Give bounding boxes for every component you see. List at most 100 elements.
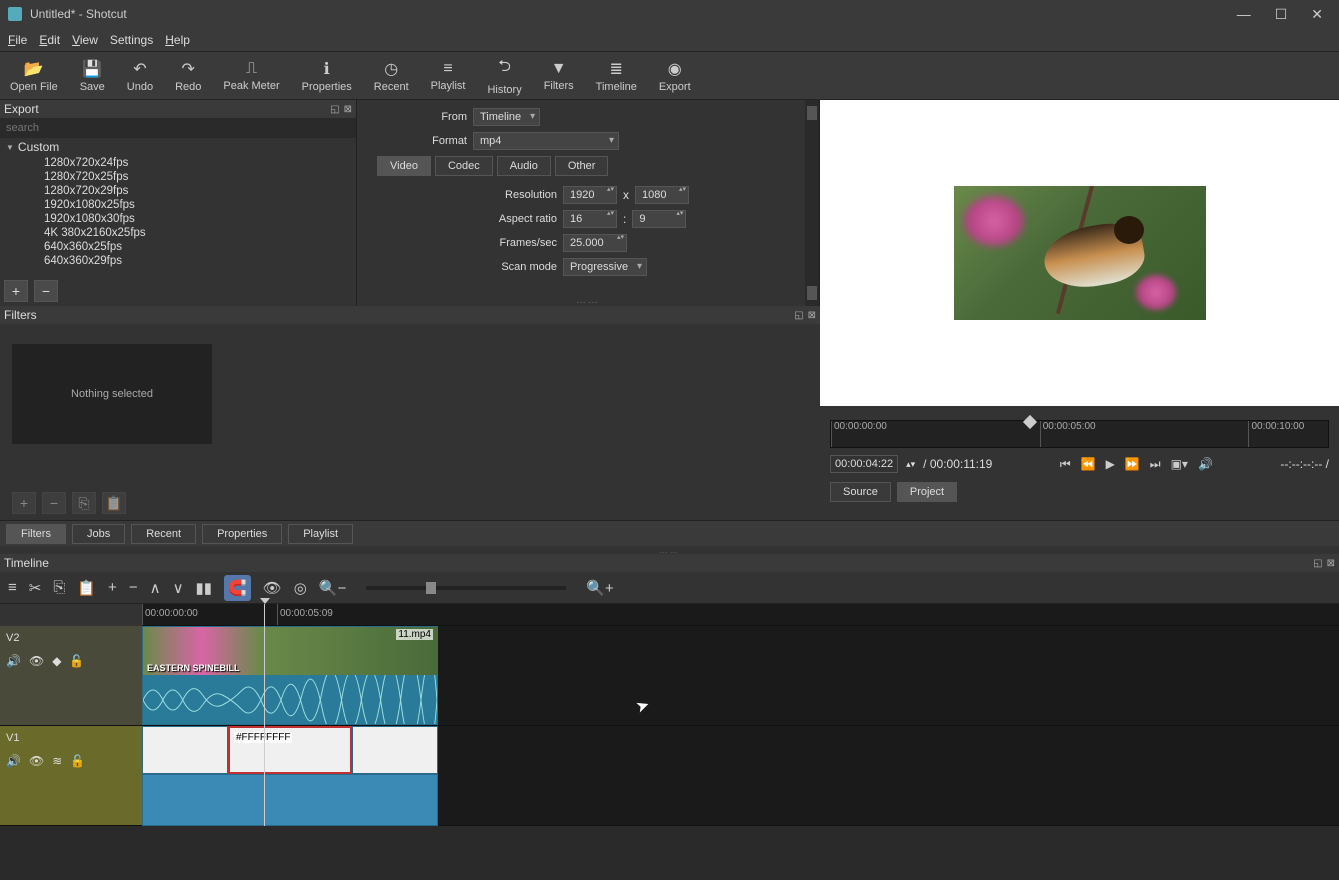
close-button[interactable]: ✕ (1311, 6, 1323, 23)
vertical-resize-handle[interactable]: …… (0, 546, 1339, 554)
tab-recent[interactable]: Recent (131, 524, 196, 544)
open-file-button[interactable]: 📂Open File (6, 57, 62, 95)
preset-item[interactable]: 1920x1080x30fps (0, 212, 356, 226)
scrub-button[interactable]: 👁 (263, 579, 282, 597)
panel-undock-icon[interactable]: ◱ (330, 104, 339, 115)
properties-button[interactable]: ℹProperties (298, 57, 356, 95)
track-mute-icon[interactable]: 🔊 (6, 654, 21, 668)
overwrite-button[interactable]: ∨ (173, 579, 184, 597)
redo-button[interactable]: ↷Redo (171, 57, 205, 95)
paste-button[interactable]: 📋 (77, 579, 96, 597)
track-head-v2[interactable]: V2 🔊 👁 ◆ 🔓 (0, 626, 142, 725)
resolution-height-input[interactable]: 1080 (635, 186, 689, 204)
tab-other[interactable]: Other (555, 156, 609, 176)
clip-text[interactable] (142, 726, 228, 774)
lift-button[interactable]: ∧ (150, 579, 161, 597)
track-lock-icon[interactable]: 🔓 (70, 754, 85, 768)
track-hide-icon[interactable]: 👁 (29, 754, 44, 768)
preset-item[interactable]: 1920x1080x25fps (0, 198, 356, 212)
tab-properties[interactable]: Properties (202, 524, 282, 544)
tab-jobs[interactable]: Jobs (72, 524, 125, 544)
play-button[interactable]: ▶ (1106, 457, 1115, 472)
aspect-h-input[interactable]: 9 (632, 210, 686, 228)
from-combo[interactable]: Timeline (473, 108, 540, 126)
tab-project[interactable]: Project (897, 482, 957, 502)
menu-edit[interactable]: Edit (39, 33, 60, 47)
rewind-button[interactable]: ⏪ (1081, 457, 1096, 472)
track-composite-icon[interactable]: ≋ (52, 754, 62, 768)
preset-search-input[interactable] (6, 122, 350, 134)
panel-undock-icon[interactable]: ◱ (1313, 558, 1322, 569)
scan-combo[interactable]: Progressive (563, 258, 647, 276)
clip-video[interactable]: 11.mp4 EASTERN SPINEBILL (142, 626, 438, 725)
add-filter-button[interactable]: + (12, 492, 36, 514)
clip-text-selected[interactable]: #FFFFFFFF (228, 726, 352, 774)
resize-handle-icon[interactable]: …… (576, 295, 600, 306)
volume-button[interactable]: 🔊 (1198, 457, 1213, 472)
preset-item[interactable]: 1280x720x29fps (0, 184, 356, 198)
preset-item[interactable]: 1280x720x24fps (0, 156, 356, 170)
tab-audio[interactable]: Audio (497, 156, 551, 176)
preset-category-custom[interactable]: Custom (0, 138, 356, 156)
format-combo[interactable]: mp4 (473, 132, 619, 150)
ripple-button[interactable]: ◎ (294, 579, 307, 597)
tab-playlist[interactable]: Playlist (288, 524, 353, 544)
clip-audio-track[interactable] (142, 774, 438, 826)
preview-canvas[interactable] (820, 100, 1339, 406)
playlist-button[interactable]: ≡Playlist (427, 58, 470, 94)
maximize-button[interactable]: ☐ (1275, 6, 1288, 23)
tab-filters[interactable]: Filters (6, 524, 66, 544)
history-button[interactable]: ⮌History (483, 53, 525, 98)
minimize-button[interactable]: — (1237, 6, 1251, 23)
tab-source[interactable]: Source (830, 482, 891, 502)
preset-item[interactable]: 1280x720x25fps (0, 170, 356, 184)
menu-view[interactable]: View (72, 33, 98, 47)
remove-button[interactable]: − (129, 579, 138, 596)
panel-close-icon[interactable]: ⊠ (808, 310, 816, 321)
timeline-menu-button[interactable]: ≡ (8, 579, 17, 596)
split-button[interactable]: ▮▮ (196, 579, 213, 597)
panel-close-icon[interactable]: ⊠ (1327, 558, 1335, 569)
snap-button[interactable]: 🧲 (224, 575, 251, 601)
preset-list[interactable]: Custom 1280x720x24fps 1280x720x25fps 128… (0, 138, 356, 276)
undo-button[interactable]: ↶Undo (123, 57, 157, 95)
menu-help[interactable]: Help (165, 33, 190, 47)
zoom-in-button[interactable]: 🔍+ (586, 579, 613, 597)
zoom-out-button[interactable]: 🔍− (319, 579, 346, 597)
panel-undock-icon[interactable]: ◱ (794, 310, 803, 321)
save-button[interactable]: 💾Save (76, 57, 109, 95)
copy-button[interactable]: ⎘ (53, 579, 65, 596)
remove-filter-button[interactable]: − (42, 492, 66, 514)
menu-file[interactable]: File (8, 33, 27, 47)
filters-button[interactable]: ▼Filters (540, 58, 578, 94)
copy-filter-button[interactable]: ⎘ (72, 492, 96, 514)
panel-close-icon[interactable]: ⊠ (344, 104, 352, 115)
menu-settings[interactable]: Settings (110, 33, 153, 47)
timecode-current-input[interactable]: 00:00:04:22 (830, 455, 898, 473)
aspect-w-input[interactable]: 16 (563, 210, 617, 228)
preview-playhead-icon[interactable] (1023, 415, 1037, 429)
settings-scrollbar[interactable] (805, 100, 819, 306)
track-hide-icon[interactable]: 👁 (29, 654, 44, 668)
recent-button[interactable]: ◷Recent (370, 57, 413, 95)
zoom-slider[interactable] (366, 586, 566, 590)
preview-ruler[interactable]: 00:00:00:00 00:00:05:00 00:00:10:00 (830, 420, 1329, 448)
remove-preset-button[interactable]: − (34, 280, 58, 302)
export-button[interactable]: ◉Export (655, 57, 695, 95)
add-preset-button[interactable]: + (4, 280, 28, 302)
fast-forward-button[interactable]: ⏩ (1125, 457, 1140, 472)
append-button[interactable]: + (108, 579, 117, 596)
clip-text[interactable] (352, 726, 438, 774)
timeline-ruler[interactable]: 00:00:00:00 00:00:05:09 (142, 604, 1339, 626)
resolution-width-input[interactable]: 1920 (563, 186, 617, 204)
skip-start-button[interactable]: ⏮ (1060, 457, 1071, 472)
paste-filter-button[interactable]: 📋 (102, 492, 126, 514)
preset-item[interactable]: 640x360x25fps (0, 240, 356, 254)
preset-item[interactable]: 4K 380x2160x25fps (0, 226, 356, 240)
zoom-toggle-button[interactable]: ▣▾ (1171, 457, 1188, 472)
tab-codec[interactable]: Codec (435, 156, 493, 176)
cut-button[interactable]: ✂ (29, 579, 42, 597)
track-composite-icon[interactable]: ◆ (52, 654, 61, 668)
track-head-v1[interactable]: V1 🔊 👁 ≋ 🔓 (0, 726, 142, 825)
track-mute-icon[interactable]: 🔊 (6, 754, 21, 768)
